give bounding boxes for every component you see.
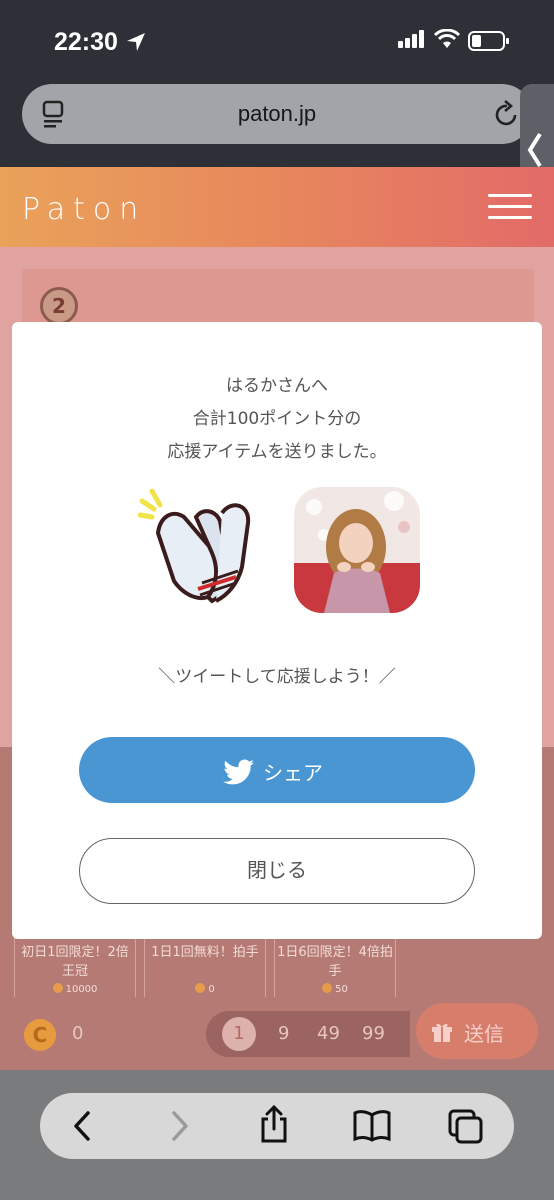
coin-icon xyxy=(322,983,333,993)
chevron-left-icon xyxy=(526,132,544,172)
status-time: 22:30 xyxy=(54,28,118,56)
battery-icon xyxy=(468,31,510,55)
item-card-cost: 10000 xyxy=(15,983,135,995)
coin-icon: C xyxy=(24,1019,56,1051)
gift-icon xyxy=(430,1019,454,1048)
location-arrow-icon xyxy=(125,31,147,57)
clapping-hands-icon xyxy=(137,487,268,621)
quantity-option-selected[interactable]: 1 xyxy=(222,1017,256,1051)
tabs-icon[interactable] xyxy=(448,1109,484,1149)
site-logo[interactable]: Paton xyxy=(22,192,146,227)
item-card[interactable]: 1日6回限定！4倍拍手 50 xyxy=(274,937,396,997)
item-card-cost-value: 10000 xyxy=(65,984,98,995)
url-text: paton.jp xyxy=(237,101,317,126)
hamburger-menu-icon[interactable] xyxy=(488,194,532,220)
dialog-message: はるかさんへ 合計100ポイント分の 応援アイテムを送りました。 xyxy=(12,370,542,469)
twitter-bird-icon xyxy=(223,759,255,790)
share-button[interactable]: シェア xyxy=(79,737,475,803)
forward-icon[interactable] xyxy=(164,1109,194,1147)
item-cards: 初日1回限定！2倍王冠 10000 1日1回無料！拍手 0 1日6回限定！4倍拍… xyxy=(14,937,404,997)
dialog-line-2: 合計100ポイント分の xyxy=(192,409,362,429)
coin-balance: 0 xyxy=(72,1023,84,1044)
toolbar-pill xyxy=(40,1093,514,1159)
status-bar: 22:30 xyxy=(0,0,554,80)
item-card[interactable]: 1日1回無料！拍手 0 xyxy=(144,937,266,997)
share-icon[interactable] xyxy=(258,1104,290,1147)
browser-toolbar xyxy=(0,1070,554,1200)
dialog-line-1: はるかさんへ xyxy=(226,376,328,396)
close-button[interactable]: 閉じる xyxy=(79,838,475,904)
item-card-cost: 50 xyxy=(275,983,395,995)
dialog-line-3: 応援アイテムを送りました。 xyxy=(167,442,387,462)
back-icon[interactable] xyxy=(68,1109,98,1147)
share-label: シェア xyxy=(263,761,323,785)
send-button[interactable]: 送信 xyxy=(416,1003,538,1059)
reload-icon[interactable] xyxy=(494,100,520,132)
item-card-title: 1日6回限定！4倍拍手 xyxy=(277,945,393,979)
cellular-signal-icon xyxy=(398,30,426,52)
send-bar: C 0 1 9 49 99 送信 xyxy=(0,1003,554,1070)
item-card-cost: 0 xyxy=(145,983,265,995)
item-card-cost-value: 0 xyxy=(208,984,215,995)
gift-sent-dialog: はるかさんへ 合計100ポイント分の 応援アイテムを送りました。 ＼ツイートして… xyxy=(12,322,542,939)
bookmarks-icon[interactable] xyxy=(352,1109,392,1147)
quantity-selector: 1 9 49 99 xyxy=(206,1011,410,1057)
coin-icon xyxy=(195,983,206,993)
quantity-option[interactable]: 49 xyxy=(317,1023,340,1044)
coin-icon xyxy=(52,983,63,993)
tweet-prompt: ＼ツイートして応援しよう！／ xyxy=(158,667,396,687)
address-bar[interactable]: paton.jp xyxy=(22,84,532,144)
item-card-cost-value: 50 xyxy=(335,984,348,995)
item-card-title: 1日1回無料！拍手 xyxy=(151,945,259,960)
rank-badge: 2 xyxy=(40,287,78,325)
item-card[interactable]: 初日1回限定！2倍王冠 10000 xyxy=(14,937,136,997)
wifi-icon xyxy=(433,28,461,53)
quantity-option[interactable]: 99 xyxy=(362,1023,385,1044)
quantity-option[interactable]: 9 xyxy=(278,1023,289,1044)
recipient-photo xyxy=(294,487,420,613)
send-label: 送信 xyxy=(464,1022,504,1046)
item-card-title: 初日1回限定！2倍王冠 xyxy=(21,945,129,979)
